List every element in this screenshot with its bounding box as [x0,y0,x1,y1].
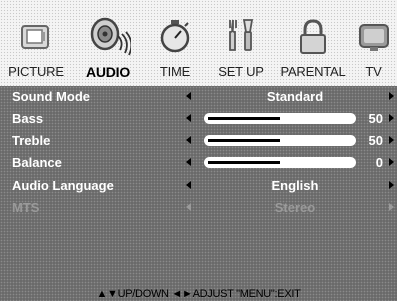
balance-label: Balance [12,155,62,170]
treble-label: Treble [12,133,51,148]
tab-audio[interactable]: AUDIO [72,0,144,86]
lock-icon [300,19,326,54]
mts-label: MTS [12,200,40,215]
arrow-right-icon[interactable] [389,181,394,189]
arrow-left-icon[interactable] [186,181,191,189]
balance-value: 0 [375,155,383,170]
treble-slider[interactable] [204,135,356,146]
tab-label: PARENTAL [280,64,346,79]
menu-tab-bar: PICTURE AUDIO TIME SET UP PARENTAL TV [0,0,397,86]
picture-icon [21,25,49,49]
arrow-left-icon[interactable] [186,114,191,122]
tools-icon [229,19,254,51]
bass-label: Bass [12,111,44,126]
tab-picture[interactable]: PICTURE [0,0,72,86]
tv-icon [358,24,389,51]
tab-tv[interactable]: TV [350,0,397,86]
balance-slider-fill [208,161,280,164]
bass-value: 50 [368,111,383,126]
tab-time[interactable]: TIME [144,0,206,86]
bass-slider-fill [208,117,280,120]
arrow-left-icon[interactable] [186,92,191,100]
sound-mode-label: Sound Mode [12,89,90,104]
treble-row[interactable]: Treble 50 [0,130,397,152]
arrow-right-icon[interactable] [389,158,394,166]
tab-parental[interactable]: PARENTAL [276,0,350,86]
tab-label: AUDIO [85,64,131,80]
mts-value: Stereo [274,200,316,215]
treble-value: 50 [368,133,383,148]
speaker-icon [90,17,131,56]
arrow-right-icon[interactable] [389,136,394,144]
balance-slider[interactable] [204,157,356,168]
treble-slider-fill [208,139,280,142]
audio-language-row[interactable]: Audio Language English [0,175,397,197]
audio-language-label: Audio Language [12,178,114,193]
audio-menu-panel: Sound Mode Standard Bass 50 Treble 50 Ba… [0,86,397,301]
bass-row[interactable]: Bass 50 [0,108,397,130]
sound-mode-row[interactable]: Sound Mode Standard [0,86,397,108]
arrow-left-icon[interactable] [186,158,191,166]
tab-label: PICTURE [8,64,64,79]
tab-label: TIME [159,64,191,79]
tab-label: SET UP [218,64,264,79]
arrow-right-icon[interactable] [389,114,394,122]
arrow-right-icon [389,203,394,211]
sound-mode-value: Standard [266,89,324,104]
arrow-left-icon[interactable] [186,136,191,144]
balance-row[interactable]: Balance 0 [0,152,397,174]
arrow-right-icon[interactable] [389,92,394,100]
mts-row: MTS Stereo [0,197,397,219]
tab-label: TV [365,64,382,79]
audio-language-value: English [271,178,319,193]
stopwatch-icon [160,20,190,53]
arrow-left-icon [186,203,191,211]
bass-slider[interactable] [204,113,356,124]
tab-setup[interactable]: SET UP [206,0,276,86]
navigation-hint: ▲▼UP/DOWN ◄►ADJUST "MENU":EXIT [96,288,301,300]
